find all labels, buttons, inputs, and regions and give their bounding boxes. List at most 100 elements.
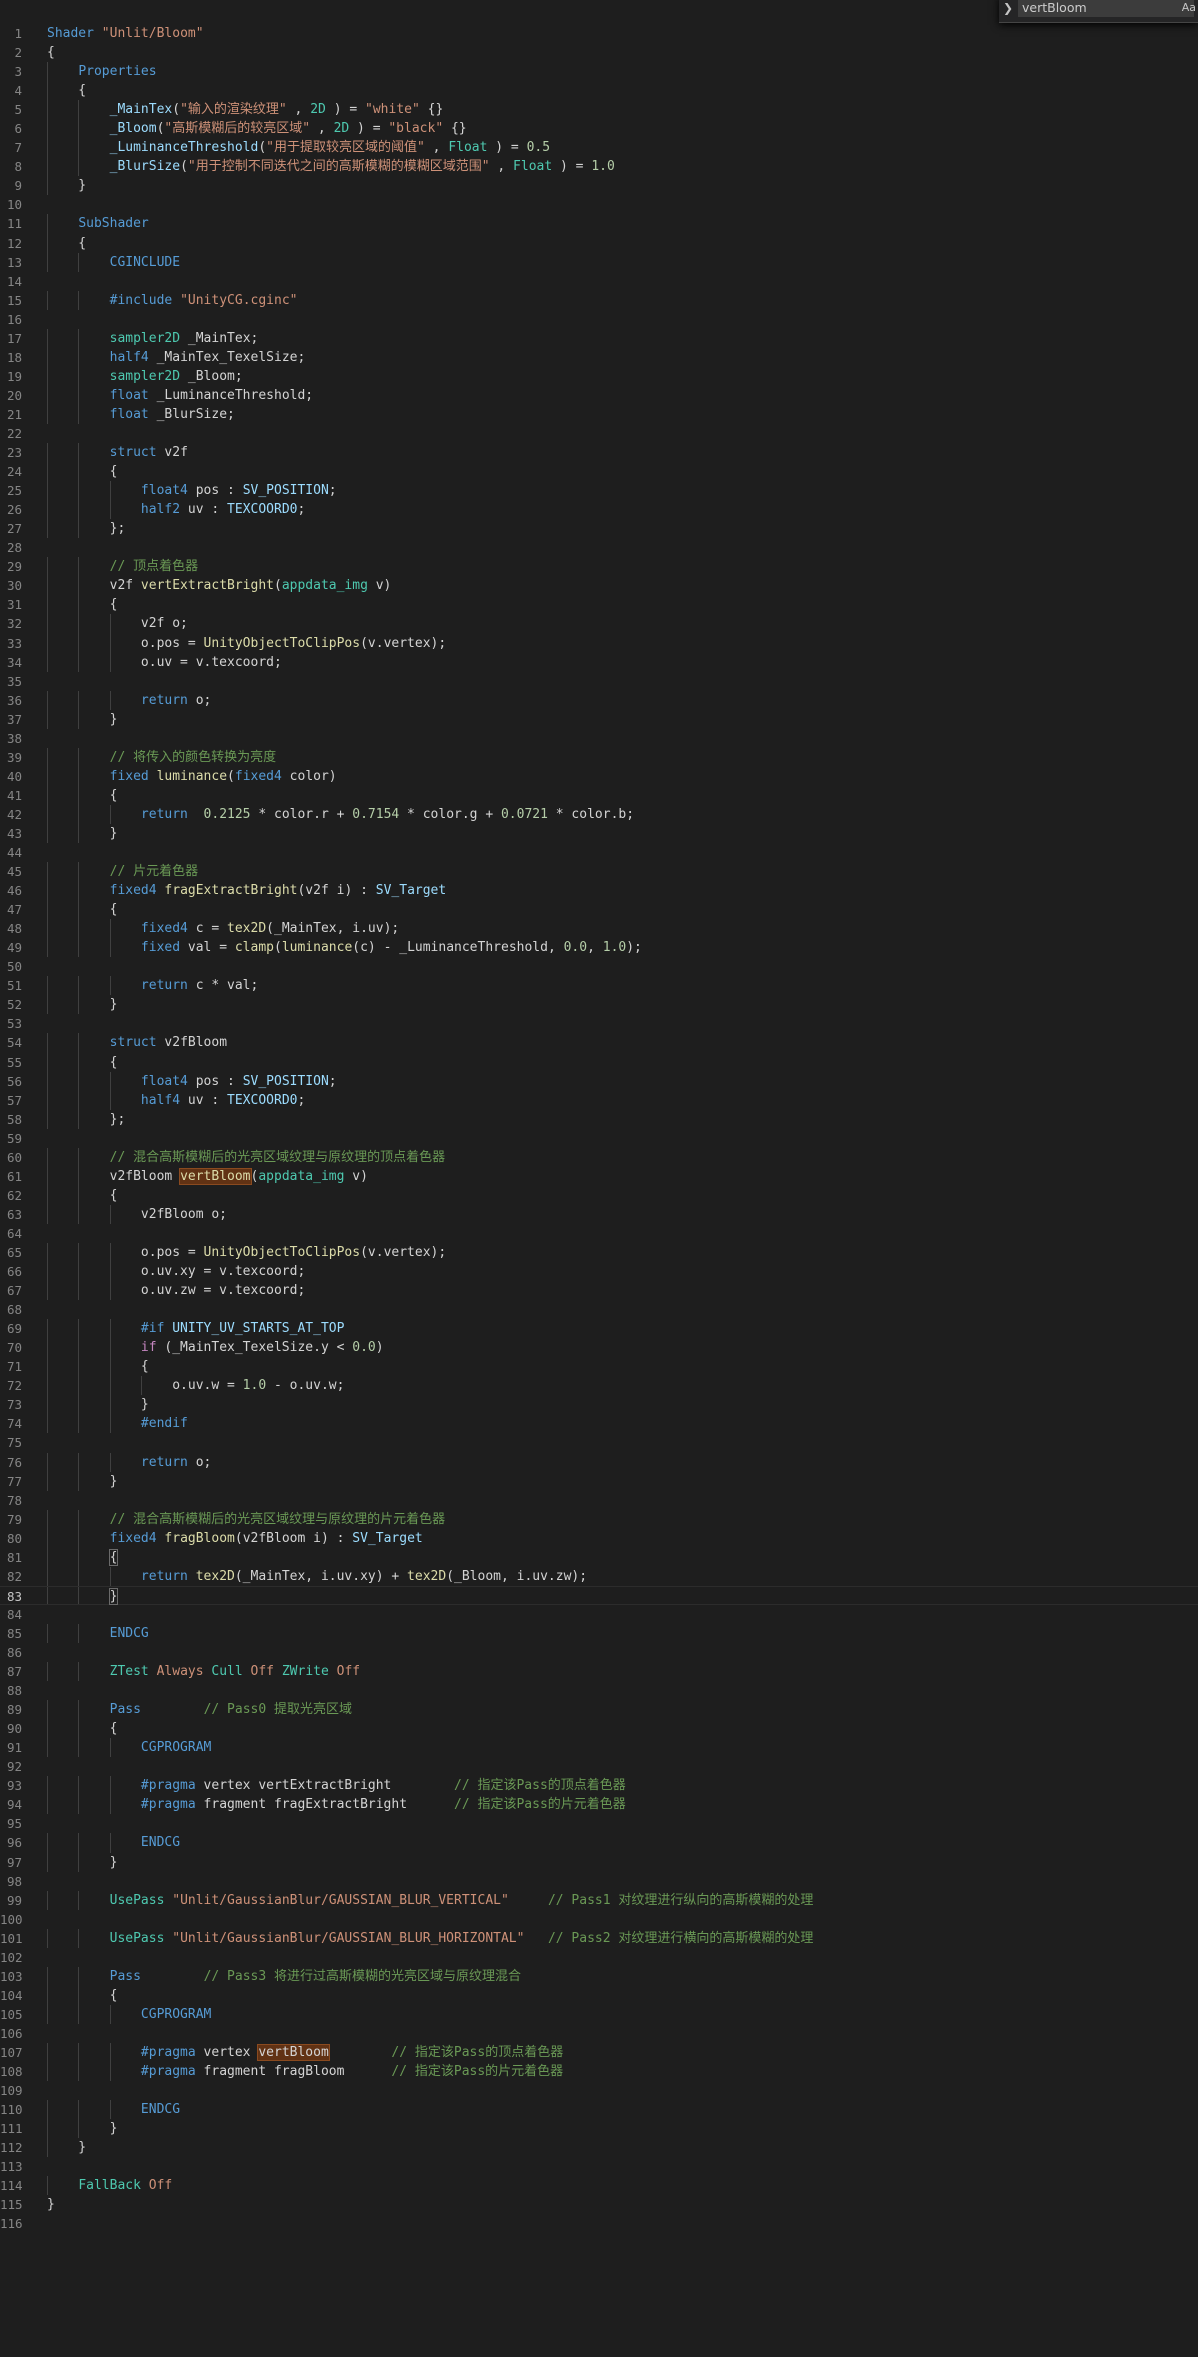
- code-line[interactable]: 77 }: [0, 1471, 1198, 1491]
- code-line[interactable]: 116: [0, 2214, 1198, 2233]
- code-line[interactable]: 36 return o;: [0, 690, 1198, 710]
- code-line[interactable]: 15 #include "UnityCG.cginc": [0, 290, 1198, 310]
- code-line[interactable]: 80 fixed4 fragBloom(v2fBloom i) : SV_Tar…: [0, 1528, 1198, 1548]
- code-line[interactable]: 43 }: [0, 823, 1198, 844]
- code-line[interactable]: 3 Properties: [0, 62, 1198, 82]
- code-line[interactable]: 74 #endif: [0, 1414, 1198, 1434]
- code-line[interactable]: 103 Pass // Pass3 将进行过高斯模糊的光亮区域与原纹理混合: [0, 1966, 1198, 1986]
- code-line[interactable]: 87 ZTest Always Cull Off ZWrite Off: [0, 1662, 1198, 1682]
- code-line[interactable]: 30 v2f vertExtractBright(appdata_img v): [0, 576, 1198, 596]
- code-line[interactable]: 99 UsePass "Unlit/GaussianBlur/GAUSSIAN_…: [0, 1890, 1198, 1910]
- code-line[interactable]: 45 // 片元着色器: [0, 862, 1198, 882]
- code-line[interactable]: 98: [0, 1872, 1198, 1891]
- code-line[interactable]: 75: [0, 1433, 1198, 1452]
- code-line[interactable]: 4 {: [0, 81, 1198, 101]
- code-line[interactable]: 92: [0, 1757, 1198, 1776]
- code-line[interactable]: 61 v2fBloom vertBloom(appdata_img v): [0, 1166, 1198, 1186]
- code-line[interactable]: 25 float4 pos : SV_POSITION;: [0, 481, 1198, 501]
- code-line[interactable]: 114 FallBack Off: [0, 2176, 1198, 2196]
- code-line[interactable]: 17 sampler2D _MainTex;: [0, 328, 1198, 348]
- code-line[interactable]: 44: [0, 843, 1198, 862]
- chevron-right-icon[interactable]: ❯: [1003, 1, 1013, 15]
- code-line[interactable]: 59: [0, 1129, 1198, 1148]
- find-widget[interactable]: ❯ vertBloom Aa: [999, 0, 1198, 23]
- code-line[interactable]: 57 half4 uv : TEXCOORD0;: [0, 1090, 1198, 1110]
- code-line[interactable]: 19 sampler2D _Bloom;: [0, 366, 1198, 386]
- code-line[interactable]: 56 float4 pos : SV_POSITION;: [0, 1071, 1198, 1091]
- code-line[interactable]: 31 {: [0, 595, 1198, 615]
- code-line[interactable]: 14: [0, 272, 1198, 291]
- code-line[interactable]: 39 // 将传入的颜色转换为亮度: [0, 747, 1198, 767]
- code-line[interactable]: 78: [0, 1491, 1198, 1510]
- code-line[interactable]: 40 fixed luminance(fixed4 color): [0, 766, 1198, 786]
- code-line[interactable]: 65 o.pos = UnityObjectToClipPos(v.vertex…: [0, 1243, 1198, 1263]
- code-line[interactable]: 1 Shader "Unlit/Bloom": [0, 24, 1198, 43]
- code-line[interactable]: 113: [0, 2157, 1198, 2176]
- code-line[interactable]: 71 {: [0, 1357, 1198, 1377]
- code-line[interactable]: 26 half2 uv : TEXCOORD0;: [0, 500, 1198, 520]
- code-line[interactable]: 24 {: [0, 462, 1198, 482]
- code-line[interactable]: 6 _Bloom("高斯模糊后的较亮区域" , 2D ) = "black" {…: [0, 119, 1198, 139]
- code-line[interactable]: 109: [0, 2081, 1198, 2100]
- code-line[interactable]: 12 {: [0, 233, 1198, 253]
- code-line[interactable]: 28: [0, 538, 1198, 557]
- code-line[interactable]: 46 fixed4 fragExtractBright(v2f i) : SV_…: [0, 881, 1198, 901]
- code-line[interactable]: 73 }: [0, 1395, 1198, 1415]
- code-editor[interactable]: 1 Shader "Unlit/Bloom" 2{3 Properties 4 {5 …: [0, 24, 1198, 2233]
- code-line[interactable]: 50: [0, 957, 1198, 976]
- code-line[interactable]: 105 CGPROGRAM: [0, 2004, 1198, 2024]
- code-line[interactable]: 89 Pass // Pass0 提取光亮区域: [0, 1700, 1198, 1720]
- code-line[interactable]: 102: [0, 1948, 1198, 1967]
- code-line[interactable]: 90 {: [0, 1719, 1198, 1739]
- find-input[interactable]: vertBloom: [1018, 0, 1194, 17]
- code-line[interactable]: 33 o.pos = UnityObjectToClipPos(v.vertex…: [0, 633, 1198, 653]
- code-line[interactable]: 83 }: [0, 1585, 1198, 1605]
- code-line[interactable]: 49 fixed val = clamp(luminance(c) - _Lum…: [0, 938, 1198, 958]
- code-line[interactable]: 85 ENDCG: [0, 1623, 1198, 1643]
- code-line[interactable]: 100: [0, 1910, 1198, 1929]
- code-line[interactable]: 11 SubShader: [0, 214, 1198, 234]
- code-line[interactable]: 38: [0, 729, 1198, 748]
- code-line[interactable]: 10: [0, 195, 1198, 214]
- code-line[interactable]: 54 struct v2fBloom: [0, 1033, 1198, 1053]
- code-line[interactable]: 22: [0, 424, 1198, 443]
- code-line[interactable]: 64: [0, 1224, 1198, 1243]
- code-line[interactable]: 35: [0, 672, 1198, 691]
- code-line[interactable]: 60 // 混合高斯模糊后的光亮区域纹理与原纹理的顶点着色器: [0, 1147, 1198, 1167]
- code-line[interactable]: 104 {: [0, 1985, 1198, 2005]
- code-line[interactable]: 69 #if UNITY_UV_STARTS_AT_TOP: [0, 1319, 1198, 1339]
- code-line[interactable]: 8 _BlurSize("用于控制不同迭代之间的高斯模糊的模糊区域范围" , F…: [0, 157, 1198, 177]
- code-line[interactable]: 93 #pragma vertex vertExtractBright // 指…: [0, 1776, 1198, 1796]
- code-line[interactable]: 76 return o;: [0, 1452, 1198, 1472]
- code-line[interactable]: 101 UsePass "Unlit/GaussianBlur/GAUSSIAN…: [0, 1928, 1198, 1948]
- code-line[interactable]: 5 _MainTex("输入的渲染纹理" , 2D ) = "white" {}: [0, 100, 1198, 120]
- code-line[interactable]: 88: [0, 1681, 1198, 1700]
- code-line[interactable]: 16: [0, 310, 1198, 329]
- code-line[interactable]: 106: [0, 2024, 1198, 2043]
- code-line[interactable]: 52 }: [0, 995, 1198, 1015]
- code-line[interactable]: 107 #pragma vertex vertBloom // 指定该Pass的…: [0, 2042, 1198, 2063]
- code-line[interactable]: 91 CGPROGRAM: [0, 1738, 1198, 1758]
- code-line[interactable]: 55 {: [0, 1052, 1198, 1072]
- code-line[interactable]: 108 #pragma fragment fragBloom // 指定该Pas…: [0, 2062, 1198, 2082]
- code-line[interactable]: 9 }: [0, 176, 1198, 196]
- code-line[interactable]: 48 fixed4 c = tex2D(_MainTex, i.uv);: [0, 919, 1198, 939]
- code-line[interactable]: 13 CGINCLUDE: [0, 252, 1198, 272]
- code-line[interactable]: 66 o.uv.xy = v.texcoord;: [0, 1262, 1198, 1282]
- code-line[interactable]: 58 };: [0, 1109, 1198, 1129]
- code-line[interactable]: 63 v2fBloom o;: [0, 1204, 1198, 1224]
- code-line[interactable]: 82 return tex2D(_MainTex, i.uv.xy) + tex…: [0, 1566, 1198, 1586]
- code-line[interactable]: 53: [0, 1014, 1198, 1033]
- code-line[interactable]: 21 float _BlurSize;: [0, 404, 1198, 424]
- code-line[interactable]: 51 return c * val;: [0, 976, 1198, 996]
- code-line[interactable]: 96 ENDCG: [0, 1833, 1198, 1853]
- code-line[interactable]: 68: [0, 1300, 1198, 1319]
- code-line[interactable]: 20 float _LuminanceThreshold;: [0, 385, 1198, 405]
- code-line[interactable]: 84: [0, 1605, 1198, 1624]
- code-line[interactable]: 37 }: [0, 709, 1198, 729]
- code-line[interactable]: 2{: [0, 43, 1198, 62]
- code-line[interactable]: 34 o.uv = v.texcoord;: [0, 652, 1198, 672]
- match-case-toggle[interactable]: Aa: [1182, 0, 1196, 17]
- code-line[interactable]: 97 }: [0, 1852, 1198, 1872]
- code-line[interactable]: 62 {: [0, 1185, 1198, 1205]
